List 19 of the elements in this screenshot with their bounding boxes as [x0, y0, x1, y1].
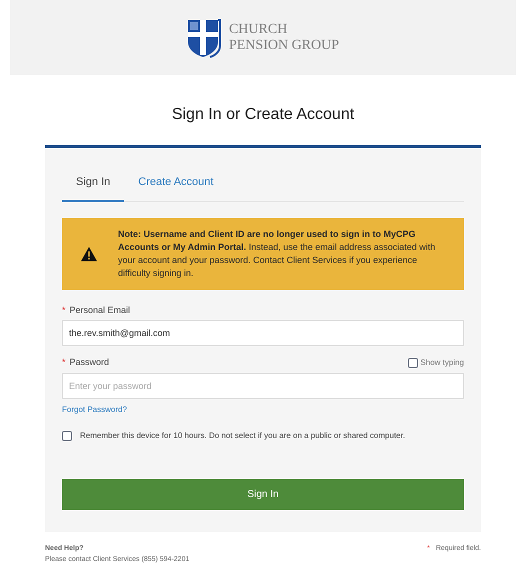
required-mark: * — [62, 304, 66, 316]
field-label: Personal Email — [70, 304, 130, 316]
checkbox-label: Show typing — [420, 356, 464, 369]
forgot-password-link[interactable]: Forgot Password? — [62, 404, 127, 416]
notice-text: Note: Username and Client ID are no longer used to sign in to MyCPG Accounts or My Admin Portal. Instead, use the email address associated with your account and your password. Contact Client Services if you experience difficulty signing in. — [118, 228, 436, 280]
password-field[interactable]: Enter your password — [62, 372, 464, 398]
checkbox[interactable] — [408, 358, 418, 368]
tab[interactable]: Create Account — [124, 174, 228, 202]
sign-in-button[interactable]: Sign In — [62, 478, 464, 510]
logo-wordmark: CHURCH PENSION GROUP — [228, 22, 340, 54]
tab[interactable]: Sign In — [62, 174, 124, 202]
shield-cross-logo-icon — [186, 18, 221, 58]
required-mark: * — [62, 356, 66, 369]
checkbox-label: Remember this device for 10 hours. Do not select if you are on a public or shared computer. — [80, 430, 406, 442]
field-label: Password — [70, 356, 110, 369]
page-title: Sign In or Create Account — [170, 105, 356, 125]
email-field[interactable]: the.rev.smith@gmail.com — [62, 320, 464, 346]
warning-icon — [80, 246, 98, 262]
checkbox[interactable] — [62, 430, 72, 440]
